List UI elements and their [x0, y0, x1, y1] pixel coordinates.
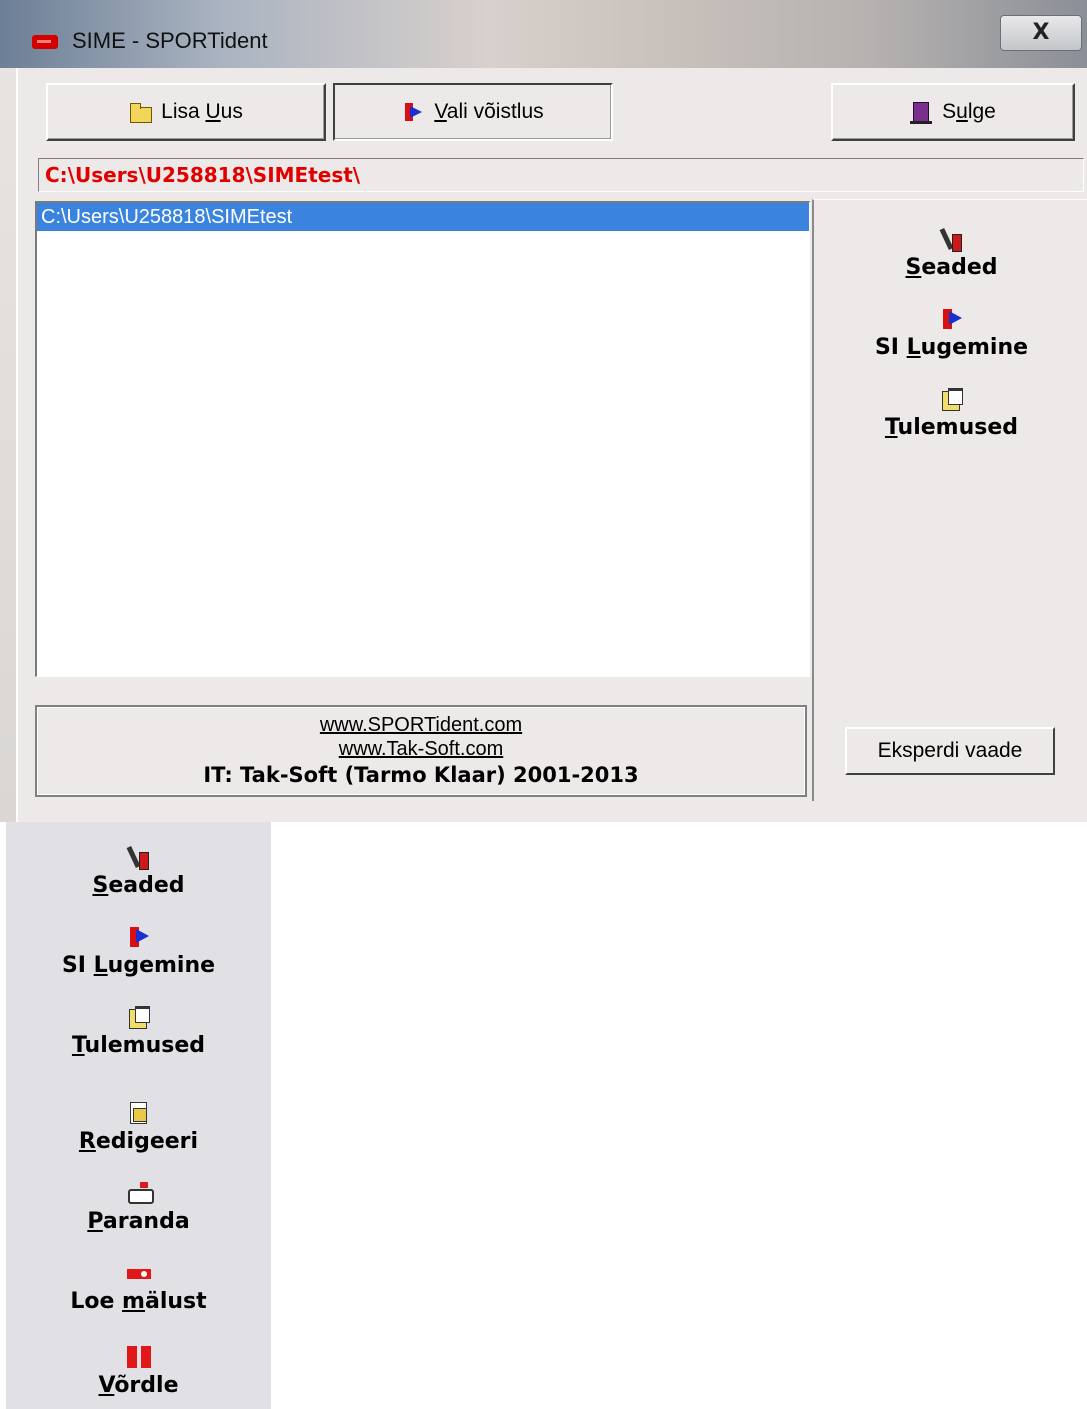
menu-item-settings[interactable]: Seaded	[814, 226, 1087, 280]
menu-item-label: Võrdle	[98, 1373, 179, 1398]
menu-item-label: Tulemused	[884, 415, 1019, 440]
results-icon	[127, 1004, 151, 1030]
select-competition-label: Vali võistlus	[434, 100, 544, 123]
taksoft-link[interactable]: www.Tak-Soft.com	[37, 737, 805, 761]
edit-document-icon	[127, 1100, 151, 1126]
current-path-field: C:\Users\U258818\SIMEtest\	[38, 158, 1084, 192]
results-icon	[940, 386, 964, 412]
expert-menu-panel: Seaded SI Lugemine Tulemused Redigeeri P…	[6, 822, 271, 1409]
menu-item-edit[interactable]: Redigeeri	[6, 1100, 271, 1154]
tools-icon	[940, 226, 964, 252]
menu-item-label: Seaded	[92, 873, 185, 898]
client-area: Lisa Uus Vali võistlus Sulge C:\Users\U2…	[16, 68, 1087, 822]
title-bar[interactable]: SIME - SPORTident X	[0, 0, 1087, 68]
menu-item-si-reading[interactable]: SI Lugemine	[814, 306, 1087, 360]
side-menu-panel: Seaded SI Lugemine Tulemused Eksperdi va…	[812, 199, 1087, 801]
info-footer: www.SPORTident.com www.Tak-Soft.com IT: …	[35, 705, 807, 797]
menu-item-label: Paranda	[87, 1209, 190, 1234]
memory-card-icon	[126, 1260, 151, 1286]
menu-item-label: Tulemused	[71, 1033, 206, 1058]
menu-item-compare[interactable]: Võrdle	[6, 1344, 271, 1398]
close-app-button[interactable]: Sulge	[831, 83, 1075, 141]
menu-item-si-reading[interactable]: SI Lugemine	[6, 924, 271, 978]
competition-list[interactable]: C:\Users\U258818\SIMEtest	[35, 201, 810, 677]
app-logo-icon	[32, 35, 58, 49]
repair-icon	[127, 1180, 154, 1206]
door-arrow-icon	[402, 101, 424, 123]
add-new-button[interactable]: Lisa Uus	[46, 83, 326, 141]
close-app-label: Sulge	[942, 100, 996, 123]
tools-icon	[127, 844, 151, 870]
menu-item-results[interactable]: Tulemused	[6, 1004, 271, 1058]
list-item-selected[interactable]: C:\Users\U258818\SIMEtest	[37, 203, 809, 231]
close-window-button[interactable]: X	[1000, 15, 1082, 51]
menu-item-label: Loe mälust	[70, 1289, 207, 1314]
menu-item-settings[interactable]: Seaded	[6, 844, 271, 898]
menu-item-label: Seaded	[905, 255, 998, 280]
menu-item-repair[interactable]: Paranda	[6, 1180, 271, 1234]
open-folder-icon	[129, 101, 153, 123]
door-arrow-icon	[127, 924, 151, 950]
credit-text: IT: Tak-Soft (Tarmo Klaar) 2001-2013	[203, 763, 639, 787]
exit-door-icon	[910, 101, 933, 124]
compare-icon	[126, 1344, 151, 1370]
menu-item-label: SI Lugemine	[61, 953, 216, 978]
menu-item-read-memory[interactable]: Loe mälust	[6, 1260, 271, 1314]
window-title: SIME - SPORTident	[72, 28, 268, 53]
add-new-label: Lisa Uus	[161, 100, 243, 123]
menu-item-label: Redigeeri	[78, 1129, 199, 1154]
menu-item-results[interactable]: Tulemused	[814, 386, 1087, 440]
menu-item-label: SI Lugemine	[874, 335, 1029, 360]
main-window: SIME - SPORTident X Lisa Uus Vali võistl…	[0, 0, 1087, 822]
expert-view-button[interactable]: Eksperdi vaade	[845, 727, 1055, 775]
select-competition-button[interactable]: Vali võistlus	[333, 83, 613, 141]
door-arrow-icon	[940, 306, 964, 332]
sportident-link[interactable]: www.SPORTident.com	[37, 713, 805, 737]
